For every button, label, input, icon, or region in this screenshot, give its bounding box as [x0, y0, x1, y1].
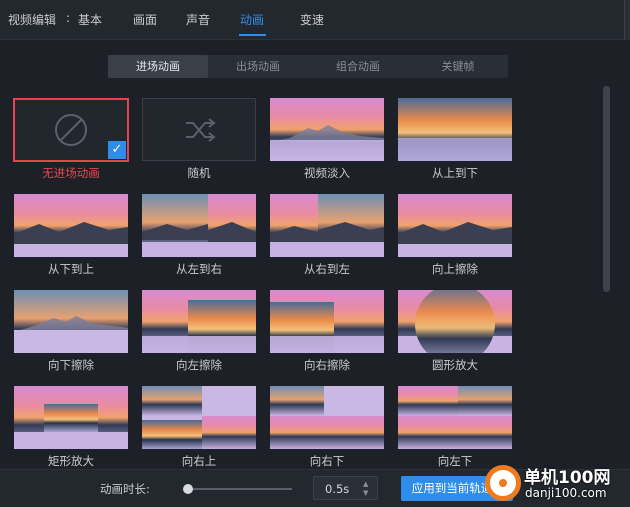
landscape-thumbnail: [142, 386, 256, 449]
duration-slider-knob[interactable]: [183, 484, 193, 494]
tab-audio[interactable]: 声音: [186, 11, 210, 28]
animation-option-wipe-right[interactable]: 向右擦除: [269, 290, 385, 375]
animation-option-none[interactable]: ✓ 无进场动画: [13, 98, 129, 183]
panel-title: 视频编辑: [8, 13, 57, 27]
segment-keyframe[interactable]: 关键帧: [408, 55, 508, 78]
animation-label: 向左擦除: [176, 358, 222, 372]
segment-combo-animation[interactable]: 组合动画: [308, 55, 408, 78]
animation-option-fade-in[interactable]: 视频淡入: [269, 98, 385, 183]
shuffle-icon: [186, 118, 216, 142]
animation-option-wipe-up[interactable]: 向上擦除: [397, 194, 513, 279]
animation-option-right-to-left[interactable]: 从右到左: [269, 194, 385, 279]
animation-option-left-to-right[interactable]: 从左到右: [141, 194, 257, 279]
landscape-thumbnail: [270, 386, 384, 449]
animation-label: 从下到上: [48, 262, 94, 276]
animation-option-rect-zoom[interactable]: 矩形放大: [13, 386, 129, 469]
landscape-thumbnail: [270, 194, 384, 257]
landscape-thumbnail: [398, 386, 512, 449]
landscape-thumbnail: [398, 98, 512, 161]
title-colon: :: [66, 11, 71, 25]
duration-label: 动画时长:: [100, 482, 150, 496]
animation-option-wipe-down[interactable]: 向下擦除: [13, 290, 129, 375]
animation-panel: 进场动画 出场动画 组合动画 关键帧 ✓ 无进场动画 随机 视频淡入 从上到下 …: [0, 41, 630, 469]
animation-label: 向右上: [181, 454, 217, 468]
landscape-thumbnail: [14, 290, 128, 353]
animation-type-segmented-control: 进场动画 出场动画 组合动画 关键帧: [108, 55, 508, 78]
animation-option-to-top-right[interactable]: 向右上: [141, 386, 257, 469]
landscape-thumbnail: [142, 194, 256, 257]
animation-grid: ✓ 无进场动画 随机 视频淡入 从上到下 从下到上 从左到右 从右到左 向上擦除…: [13, 98, 513, 469]
chevron-up-icon[interactable]: ▲: [363, 480, 371, 488]
animation-label: 随机: [187, 166, 211, 180]
animation-label: 从右到左: [304, 262, 350, 276]
watermark-url: danji100.com: [525, 486, 607, 500]
duration-value[interactable]: 0.5s: [325, 482, 349, 496]
animation-option-wipe-left[interactable]: 向左擦除: [141, 290, 257, 375]
animation-label: 矩形放大: [48, 454, 94, 468]
animation-label: 视频淡入: [304, 166, 350, 180]
watermark-brand: 单机100网: [524, 468, 611, 488]
animation-label: 向右下: [309, 454, 345, 468]
random-thumbnail: [142, 98, 256, 161]
animation-option-top-to-bottom[interactable]: 从上到下: [397, 98, 513, 183]
grid-scrollbar[interactable]: [603, 86, 610, 292]
animation-option-bottom-to-top[interactable]: 从下到上: [13, 194, 129, 279]
animation-option-random[interactable]: 随机: [141, 98, 257, 183]
animation-label: 向上擦除: [432, 262, 478, 276]
site-watermark: 单机100网 danji100.com: [479, 459, 630, 507]
landscape-thumbnail: [398, 290, 512, 353]
segment-intro-animation[interactable]: 进场动画: [108, 55, 208, 78]
animation-label: 从左到右: [176, 262, 222, 276]
animation-option-circle-zoom[interactable]: 圆形放大: [397, 290, 513, 375]
window-edge: [624, 0, 630, 40]
landscape-thumbnail: [270, 98, 384, 161]
landscape-thumbnail: [270, 290, 384, 353]
tab-picture[interactable]: 画面: [133, 11, 157, 28]
watermark-logo-icon: [485, 465, 521, 501]
landscape-thumbnail: [398, 194, 512, 257]
active-tab-indicator: [239, 34, 266, 36]
landscape-thumbnail: [14, 386, 128, 449]
segment-outro-animation[interactable]: 出场动画: [208, 55, 308, 78]
tab-animation[interactable]: 动画: [240, 11, 264, 28]
animation-option-to-bottom-right[interactable]: 向右下: [269, 386, 385, 469]
animation-label: 向下擦除: [48, 358, 94, 372]
landscape-thumbnail: [14, 194, 128, 257]
duration-stepper[interactable]: 0.5s ▲ ▼: [313, 476, 378, 500]
animation-option-to-bottom-left[interactable]: 向左下: [397, 386, 513, 469]
editor-tab-bar: 视频编辑 : 基本 画面 声音 动画 变速: [0, 0, 630, 40]
animation-label: 向右擦除: [304, 358, 350, 372]
duration-slider-track[interactable]: [186, 488, 292, 490]
selected-check-icon: ✓: [108, 141, 126, 159]
no-animation-thumbnail: ✓: [13, 98, 129, 162]
tab-speed[interactable]: 变速: [300, 11, 324, 28]
animation-label: 从上到下: [432, 166, 478, 180]
animation-label: 圆形放大: [432, 358, 478, 372]
landscape-thumbnail: [142, 290, 256, 353]
animation-label: 无进场动画: [42, 166, 100, 180]
chevron-down-icon[interactable]: ▼: [363, 489, 371, 497]
tab-basic[interactable]: 基本: [78, 11, 102, 28]
